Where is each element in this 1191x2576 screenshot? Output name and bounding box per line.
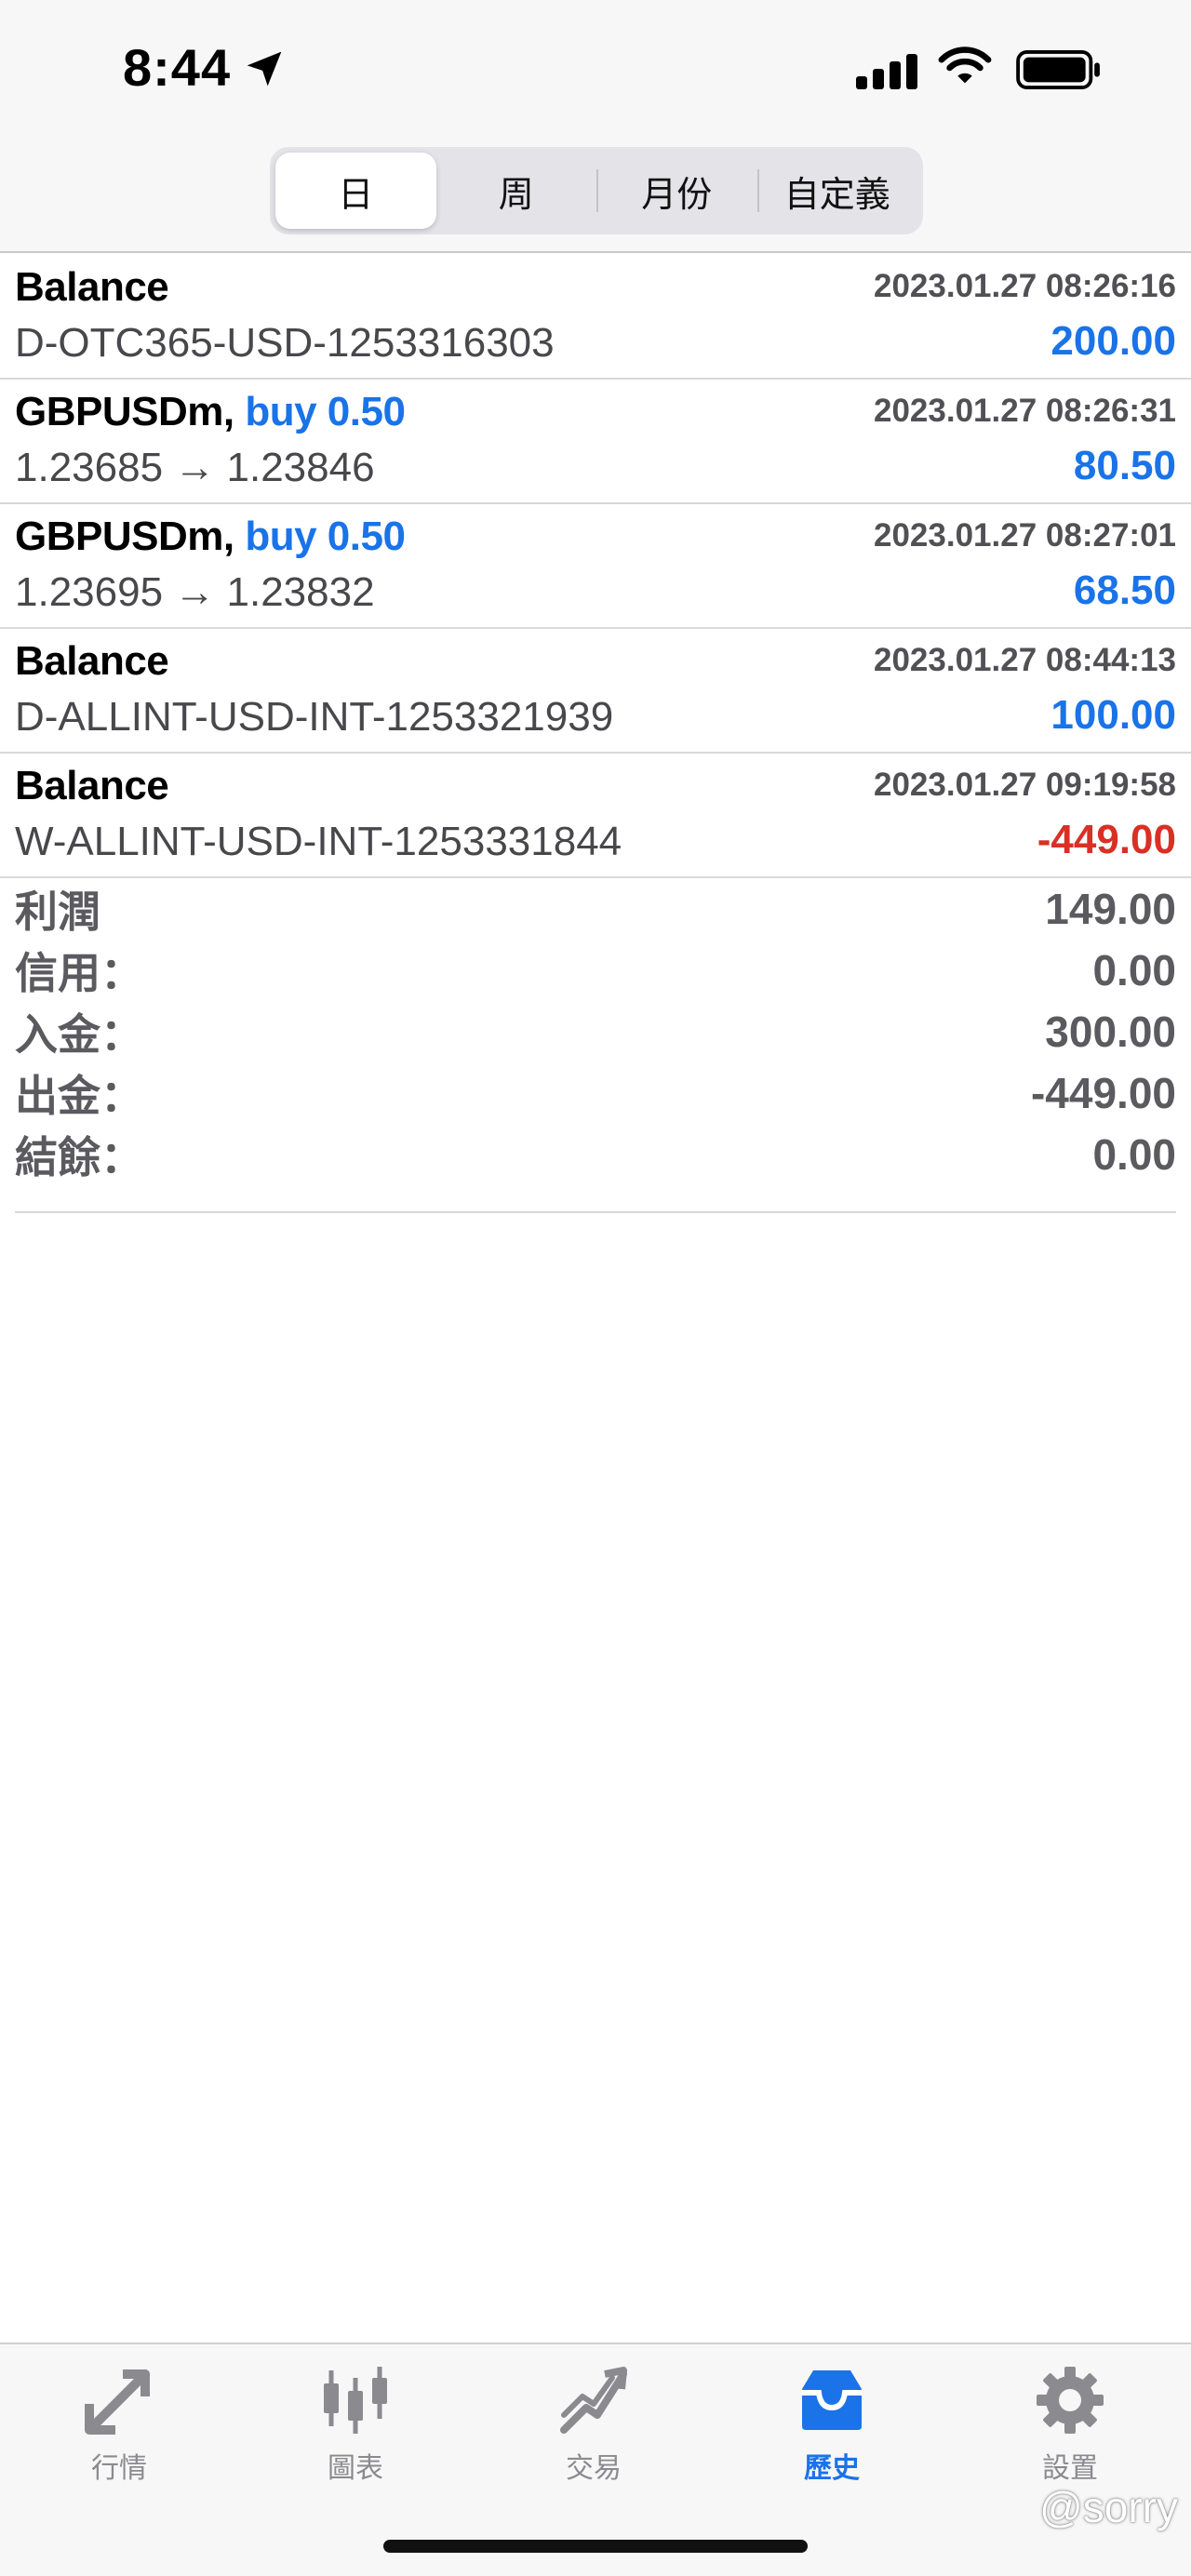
summary-block: 利潤 149.00 信用： 0.00 入金： 300.00 出金： -449.00 結餘…	[15, 878, 1176, 1213]
row-amount: 68.50	[1073, 567, 1176, 613]
row-title: Balance	[15, 638, 169, 684]
tab-label: 交易	[566, 2453, 622, 2484]
history-row[interactable]: GBPUSDm, buy 0.50 2023.01.27 08:27:01 1.…	[0, 504, 1191, 629]
candlestick-chart-icon	[324, 2367, 387, 2434]
row-time: 2023.01.27 08:44:13	[874, 642, 1176, 678]
summary-label: 入金：	[15, 1010, 143, 1059]
summary-value: 300.00	[1045, 1008, 1176, 1056]
row-order-qty: buy 0.50	[245, 514, 406, 559]
row-amount: 200.00	[1050, 318, 1176, 364]
row-detail: 1.23695 → 1.23832	[15, 569, 375, 615]
wifi-icon	[938, 47, 992, 84]
period-segmented-control: 日 周 月份 自定義	[270, 147, 923, 234]
tab-label: 圖表	[328, 2453, 383, 2484]
quotes-arrows-icon	[85, 2369, 150, 2435]
status-time: 8:44	[123, 38, 232, 97]
history-row[interactable]: Balance 2023.01.27 08:44:13 D-ALLINT-USD…	[0, 629, 1191, 754]
watermark: @sorry	[1039, 2483, 1178, 2531]
row-detail: 1.23685 → 1.23846	[15, 445, 375, 490]
segment-week[interactable]: 周	[436, 153, 597, 229]
history-row[interactable]: Balance 2023.01.27 08:26:16 D-OTC365-USD…	[0, 255, 1191, 380]
gear-icon	[1037, 2367, 1104, 2434]
location-arrow-icon	[247, 51, 282, 87]
row-time: 2023.01.27 08:27:01	[874, 517, 1176, 554]
row-time: 2023.01.27 08:26:31	[874, 393, 1176, 429]
summary-label: 利潤	[15, 888, 100, 936]
row-amount: 100.00	[1050, 692, 1176, 738]
tab-label: 行情	[91, 2453, 147, 2484]
tab-label: 設置	[1042, 2453, 1098, 2484]
tab-settings[interactable]: 設置	[986, 2363, 1154, 2486]
summary-label: 結餘：	[15, 1133, 143, 1181]
row-time: 2023.01.27 08:26:16	[874, 268, 1176, 304]
row-amount: 80.50	[1073, 443, 1176, 488]
summary-value: 0.00	[1092, 1130, 1176, 1179]
summary-value: 149.00	[1045, 885, 1176, 933]
tab-chart[interactable]: 圖表	[272, 2363, 439, 2486]
trade-trend-icon	[560, 2367, 627, 2434]
summary-balance: 結餘： 0.00	[15, 1124, 1176, 1185]
summary-label: 信用：	[15, 949, 143, 997]
row-time: 2023.01.27 09:19:58	[874, 767, 1176, 803]
segment-month[interactable]: 月份	[596, 153, 757, 229]
row-order-qty: buy 0.50	[245, 389, 406, 434]
header: 8:44 日 周 月份 自定義	[0, 0, 1191, 253]
history-row[interactable]: GBPUSDm, buy 0.50 2023.01.27 08:26:31 1.…	[0, 380, 1191, 504]
tab-trade[interactable]: 交易	[510, 2363, 677, 2486]
history-row[interactable]: Balance 2023.01.27 09:19:58 W-ALLINT-USD…	[0, 754, 1191, 878]
tab-label: 歷史	[804, 2453, 860, 2484]
tab-history[interactable]: 歷史	[748, 2363, 916, 2486]
segment-day[interactable]: 日	[275, 153, 436, 229]
row-detail: W-ALLINT-USD-INT-1253331844	[15, 819, 622, 864]
row-amount: -449.00	[1037, 817, 1176, 862]
row-detail: D-OTC365-USD-1253316303	[15, 320, 555, 366]
segment-custom[interactable]: 自定義	[756, 153, 918, 229]
summary-credit: 信用： 0.00	[15, 940, 1176, 1001]
summary-deposit: 入金： 300.00	[15, 1001, 1176, 1062]
summary-value: -449.00	[1030, 1069, 1176, 1117]
summary-value: 0.00	[1092, 946, 1176, 994]
tab-quotes[interactable]: 行情	[35, 2363, 203, 2486]
row-title: GBPUSDm, buy 0.50	[15, 389, 406, 434]
history-inbox-icon	[802, 2370, 862, 2430]
row-title: Balance	[15, 264, 169, 310]
summary-withdrawal: 出金： -449.00	[15, 1062, 1176, 1124]
row-title: Balance	[15, 763, 169, 808]
battery-icon	[1016, 50, 1100, 89]
row-detail: D-ALLINT-USD-INT-1253321939	[15, 694, 614, 740]
summary-profit: 利潤 149.00	[15, 878, 1176, 940]
home-indicator[interactable]	[383, 2540, 808, 2553]
cellular-signal-icon	[856, 54, 917, 89]
history-list: Balance 2023.01.27 08:26:16 D-OTC365-USD…	[0, 255, 1191, 878]
row-title: GBPUSDm, buy 0.50	[15, 514, 406, 559]
summary-label: 出金：	[15, 1072, 143, 1120]
